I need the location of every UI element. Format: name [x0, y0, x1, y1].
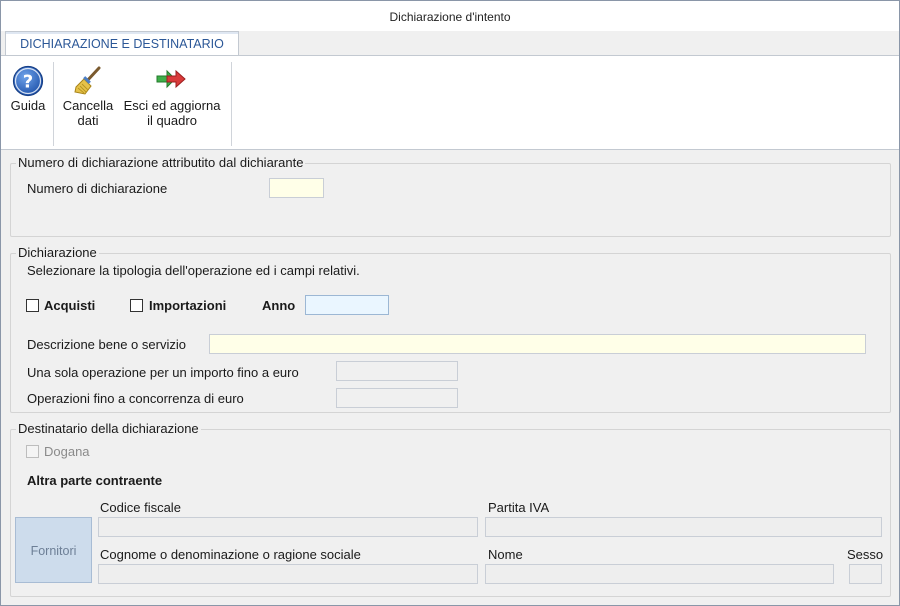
instruction-text: Selezionare la tipologia dell'operazione… [27, 263, 360, 278]
ribbon-separator [53, 62, 54, 146]
clear-data-label-line2: dati [77, 113, 99, 128]
help-icon: ? [12, 65, 44, 97]
importazioni-checkbox[interactable] [130, 299, 143, 312]
exit-update-label-line2: il quadro [147, 113, 197, 128]
broom-icon [72, 65, 104, 97]
group-numero-dichiarazione: Numero di dichiarazione attributito dal … [10, 155, 891, 237]
importazioni-label: Importazioni [149, 298, 227, 313]
nome-input[interactable] [485, 564, 834, 584]
fornitori-button[interactable]: Fornitori [15, 517, 92, 583]
una-sola-input[interactable] [336, 361, 458, 381]
group-numero-legend: Numero di dichiarazione attributito dal … [16, 155, 306, 170]
dogana-label: Dogana [44, 444, 90, 459]
ribbon-toolbar: ? Guida Cancella dati Esci ed aggiorna i… [1, 55, 899, 150]
concorrenza-label: Operazioni fino a concorrenza di euro [27, 391, 244, 406]
altra-parte-label: Altra parte contraente [27, 473, 163, 488]
exit-update-label: Esci ed aggiorna il quadro [119, 98, 225, 128]
dogana-checkbox[interactable] [26, 445, 39, 458]
partita-iva-input[interactable] [485, 517, 882, 537]
exit-update-label-line1: Esci ed aggiorna [123, 98, 221, 113]
window-title: Dichiarazione d'intento [1, 1, 899, 31]
concorrenza-input[interactable] [336, 388, 458, 408]
help-button[interactable]: ? Guida [5, 56, 51, 146]
codice-fiscale-input[interactable] [98, 517, 478, 537]
partita-iva-label: Partita IVA [488, 500, 550, 515]
descrizione-label: Descrizione bene o servizio [27, 337, 186, 352]
group-destinatario-legend: Destinatario della dichiarazione [16, 421, 201, 436]
ribbon-separator [231, 62, 232, 146]
group-dichiarazione-legend: Dichiarazione [16, 245, 99, 260]
dialog-window: Dichiarazione d'intento DICHIARAZIONE E … [0, 0, 900, 606]
una-sola-label: Una sola operazione per un importo fino … [27, 365, 299, 380]
anno-input[interactable] [305, 295, 389, 315]
cognome-label: Cognome o denominazione o ragione social… [100, 547, 361, 562]
exit-arrow-icon [155, 65, 187, 97]
numero-label: Numero di dichiarazione [27, 181, 168, 196]
help-button-label: Guida [10, 98, 46, 113]
descrizione-input[interactable] [209, 334, 866, 354]
exit-update-button[interactable]: Esci ed aggiorna il quadro [119, 56, 225, 146]
acquisti-checkbox[interactable] [26, 299, 39, 312]
sesso-label: Sesso [847, 547, 884, 562]
codice-fiscale-label: Codice fiscale [100, 500, 181, 515]
anno-label: Anno [262, 298, 296, 313]
clear-data-label-line1: Cancella [62, 98, 114, 113]
svg-text:?: ? [23, 72, 33, 93]
tab-dichiarazione-destinatario[interactable]: DICHIARAZIONE E DESTINATARIO [5, 31, 239, 56]
sesso-input[interactable] [849, 564, 882, 584]
clear-data-label: Cancella dati [59, 98, 117, 128]
clear-data-button[interactable]: Cancella dati [59, 56, 117, 146]
acquisti-label: Acquisti [44, 298, 96, 313]
cognome-input[interactable] [98, 564, 478, 584]
numero-input[interactable] [269, 178, 324, 198]
nome-label: Nome [488, 547, 523, 562]
